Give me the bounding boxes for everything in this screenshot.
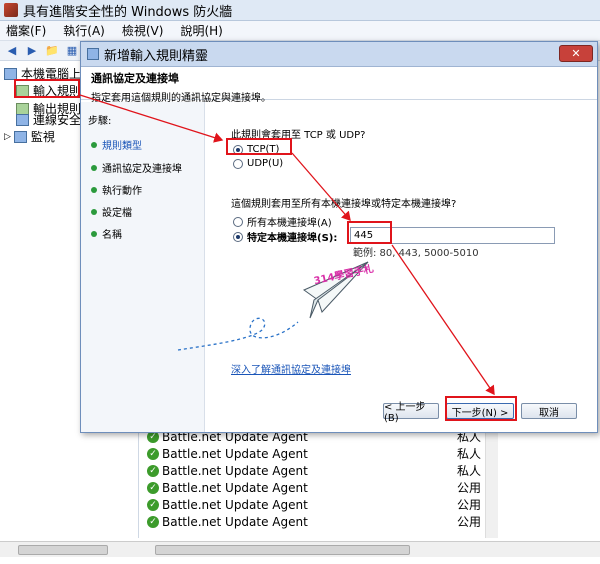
step-name: 名稱 [91, 226, 122, 241]
cancel-button[interactable]: 取消 [521, 403, 577, 419]
radio-selected-icon [233, 231, 243, 242]
dialog-heading: 通訊協定及連接埠 [91, 72, 179, 85]
close-icon[interactable]: ✕ [559, 45, 593, 62]
console-tree: 本機電腦上 輸入規則 輸出規則 連線安全 ▷ 監視 [0, 61, 81, 541]
firewall-app-icon [4, 3, 18, 17]
step-dot-icon [91, 230, 97, 237]
scrollbar-thumb-left[interactable] [18, 545, 108, 555]
menu-action[interactable]: 執行(A) [63, 22, 105, 39]
window-title: 具有進階安全性的 Windows 防火牆 [23, 4, 233, 20]
tree-item-connection-security[interactable]: 連線安全 [16, 111, 81, 128]
step-dot-icon [91, 164, 97, 171]
list-vertical-scrollbar[interactable] [485, 426, 498, 538]
table-row[interactable]: ✓ Battle.net Update Agent 公用 [147, 496, 492, 513]
rules-list: ✓ Battle.net Update Agent 私人 ✓ Battle.net U… [138, 426, 498, 538]
specific-ports-radio[interactable]: 特定本機連接埠(S): [233, 229, 337, 244]
menu-file[interactable]: 檔案(F) [6, 22, 46, 39]
steps-pane: 步驟: 規則類型 通訊協定及連接埠 執行動作 設定檔 名稱 [81, 102, 205, 432]
dialog-header: 通訊協定及連接埠 指定套用這個規則的通訊協定與連接埠。 [81, 67, 597, 104]
highlight-tcp [226, 138, 292, 155]
table-row[interactable]: ✓ Battle.net Update Agent 私人 [147, 445, 492, 462]
back-arrow-icon[interactable]: ◀ [4, 43, 20, 59]
dialog-titlebar: 新增輸入規則精靈 ✕ [81, 42, 597, 67]
enabled-check-icon: ✓ [147, 515, 159, 528]
radio-empty-icon [233, 216, 243, 227]
step-profile: 設定檔 [91, 204, 132, 219]
all-ports-radio[interactable]: 所有本機連接埠(A) [233, 214, 332, 229]
learn-more-link[interactable]: 深入了解通訊協定及連接埠 [231, 361, 351, 376]
highlight-inbound-rules [14, 79, 80, 98]
menu-help[interactable]: 說明(H) [180, 22, 222, 39]
step-rule-type[interactable]: 規則類型 [91, 137, 142, 152]
computer-icon [4, 67, 17, 80]
folder-up-icon[interactable]: 📁 [44, 43, 60, 59]
highlight-port [347, 221, 392, 244]
dialog-title: 新增輸入規則精靈 [104, 48, 209, 64]
steps-label: 步驟: [88, 116, 112, 127]
ports-question: 這個規則套用至所有本機連接埠或特定本機連接埠? [231, 199, 457, 210]
table-row[interactable]: ✓ Battle.net Update Agent 公用 [147, 513, 492, 530]
highlight-next [445, 396, 517, 421]
step-protocol-ports: 通訊協定及連接埠 [91, 160, 182, 175]
tree-item-monitoring[interactable]: ▷ 監視 [4, 128, 55, 145]
udp-radio[interactable]: UDP(U) [233, 158, 283, 169]
enabled-check-icon: ✓ [147, 464, 159, 477]
menu-bar: 檔案(F) 執行(A) 檢視(V) 說明(H) [0, 21, 600, 41]
console-tree-icon[interactable]: ▦ [64, 43, 80, 59]
step-dot-icon [91, 208, 97, 215]
enabled-check-icon: ✓ [147, 447, 159, 460]
forward-arrow-icon[interactable]: ▶ [24, 43, 40, 59]
step-dot-icon [91, 141, 97, 148]
menu-view[interactable]: 檢視(V) [122, 22, 164, 39]
monitoring-icon [13, 130, 27, 143]
radio-empty-icon [233, 158, 243, 169]
step-dot-icon [91, 186, 97, 193]
horizontal-scrollbar[interactable] [0, 541, 600, 557]
table-row[interactable]: ✓ Battle.net Update Agent 私人 [147, 462, 492, 479]
expand-arrow-icon[interactable]: ▷ [4, 132, 11, 142]
port-example-hint: 範例: 80, 443, 5000-5010 [353, 248, 479, 259]
window-titlebar: 具有進階安全性的 Windows 防火牆 [0, 0, 600, 21]
firewall-icon [87, 48, 99, 60]
enabled-check-icon: ✓ [147, 481, 159, 494]
new-inbound-rule-wizard: 新增輸入規則精靈 ✕ 通訊協定及連接埠 指定套用這個規則的通訊協定與連接埠。 步… [80, 41, 598, 433]
scrollbar-thumb-right[interactable] [155, 545, 410, 555]
back-button[interactable]: < 上一步(B) [383, 402, 439, 424]
connection-security-icon [16, 113, 29, 126]
table-row[interactable]: ✓ Battle.net Update Agent 公用 [147, 479, 492, 496]
enabled-check-icon: ✓ [147, 498, 159, 511]
step-action: 執行動作 [91, 182, 142, 197]
